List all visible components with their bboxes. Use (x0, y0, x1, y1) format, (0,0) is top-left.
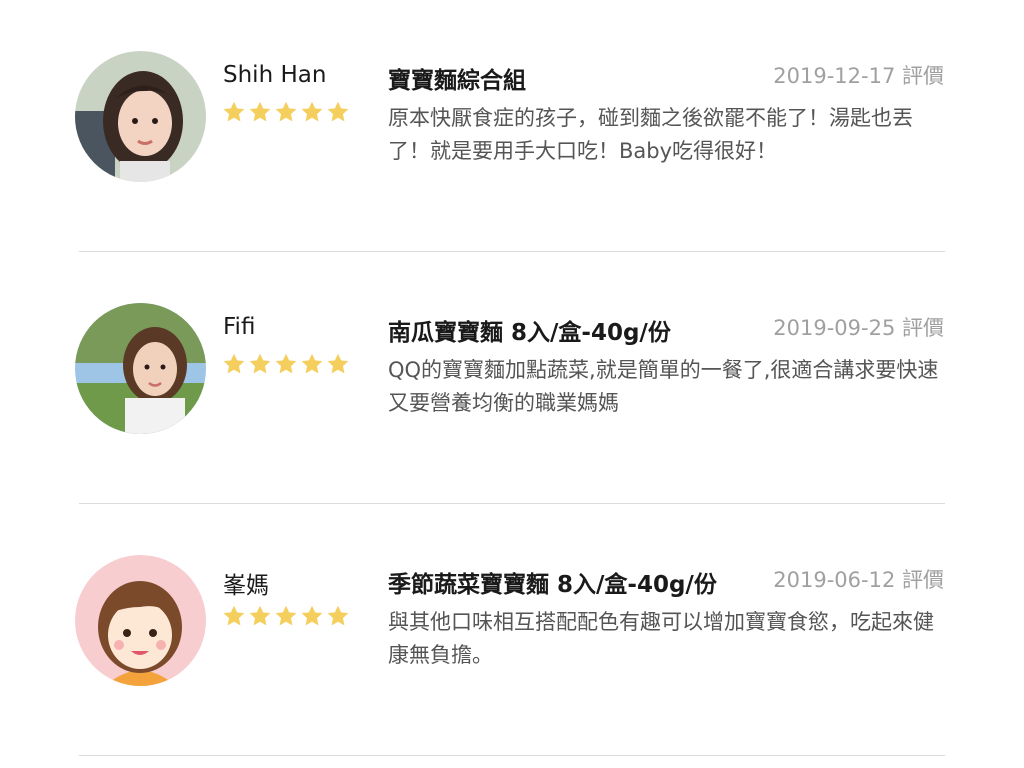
star-icon (299, 603, 325, 629)
review-list: Shih Han 寶寶麵綜合組 2019-12-17 評價 原本快厭食症的孩子，… (0, 0, 1024, 768)
divider (79, 755, 945, 756)
reviewer-name: Shih Han (223, 62, 327, 88)
avatar-photo-icon (75, 51, 206, 182)
star-icon (247, 351, 273, 377)
star-icon (299, 99, 325, 125)
reviewer-avatar (75, 303, 206, 434)
product-name: 季節蔬菜寶寶麵 8入/盒-40g/份 (388, 572, 717, 598)
product-name: 南瓜寶寶麵 8入/盒-40g/份 (388, 320, 671, 346)
star-icon (325, 99, 351, 125)
star-rating (221, 99, 351, 125)
review-date: 2019-06-12 評價 (773, 568, 944, 592)
star-icon (221, 603, 247, 629)
review-item: Fifi 南瓜寶寶麵 8入/盒-40g/份 2019-09-25 評價 QQ的寶… (0, 252, 1024, 504)
product-name: 寶寶麵綜合組 (388, 68, 526, 94)
star-icon (325, 603, 351, 629)
reviewer-avatar (75, 51, 206, 182)
star-icon (325, 351, 351, 377)
avatar-cartoon-icon (75, 555, 206, 686)
star-icon (247, 603, 273, 629)
review-text: QQ的寶寶麵加點蔬菜,就是簡單的一餐了,很適合講求要快速又要營養均衡的職業媽媽 (388, 358, 939, 415)
star-icon (221, 351, 247, 377)
reviewer-name: 峯媽 (223, 573, 269, 599)
review-date: 2019-12-17 評價 (773, 64, 944, 88)
review-item: 峯媽 季節蔬菜寶寶麵 8入/盒-40g/份 2019-06-12 評價 與其他口… (0, 504, 1024, 756)
star-icon (299, 351, 325, 377)
review-text: 與其他口味相互搭配配色有趣可以增加寶寶食慾，吃起來健康無負擔。 (388, 610, 934, 667)
reviewer-name: Fifi (223, 314, 256, 340)
star-icon (273, 351, 299, 377)
review-text: 原本快厭食症的孩子，碰到麵之後欲罷不能了！湯匙也丟了！就是要用手大口吃！Baby… (388, 106, 913, 163)
review-date: 2019-09-25 評價 (773, 316, 944, 340)
star-icon (273, 99, 299, 125)
reviewer-avatar (75, 555, 206, 686)
star-rating (221, 351, 351, 377)
review-item: Shih Han 寶寶麵綜合組 2019-12-17 評價 原本快厭食症的孩子，… (0, 0, 1024, 252)
star-icon (221, 99, 247, 125)
star-icon (247, 99, 273, 125)
avatar-photo-icon (75, 303, 206, 434)
star-icon (273, 603, 299, 629)
star-rating (221, 603, 351, 629)
